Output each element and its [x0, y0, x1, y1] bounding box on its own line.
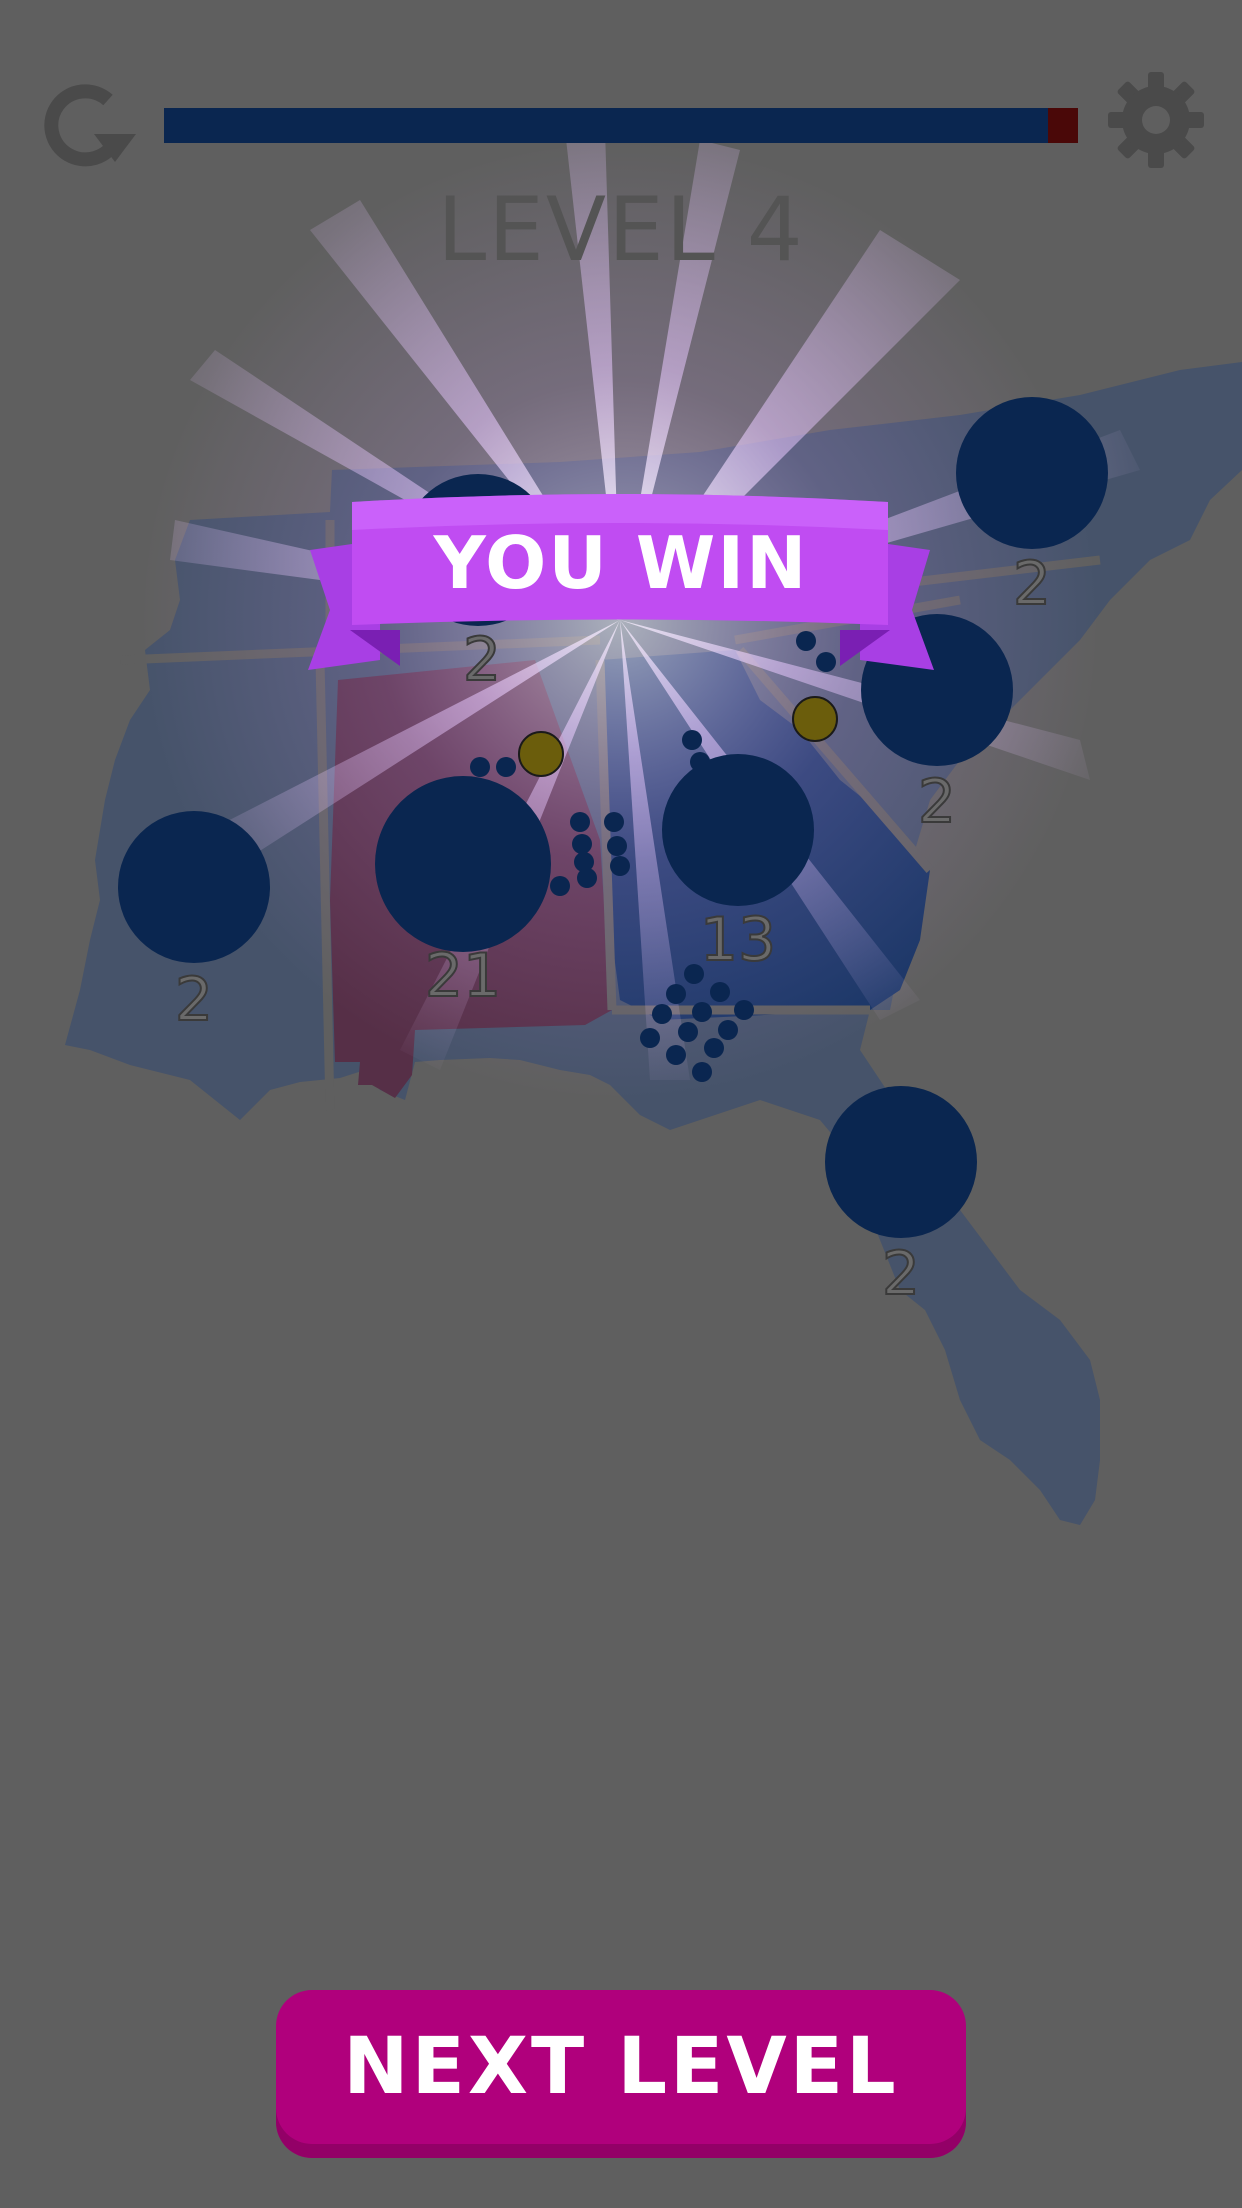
- progress-fill: [164, 108, 1042, 143]
- progress-enemy-segment: [1048, 108, 1078, 143]
- count-georgia: 13: [699, 905, 777, 975]
- gear-icon[interactable]: [1106, 70, 1206, 170]
- count-mississippi: 2: [174, 965, 214, 1035]
- bubble-georgia[interactable]: [662, 754, 814, 906]
- you-win-text: YOU WIN: [433, 521, 809, 605]
- game-screen: 2 21 13 2 2 2 2 LEVEL 4 YOU WIN NEXT LEV…: [0, 0, 1242, 2208]
- bubble-alabama[interactable]: [375, 776, 551, 952]
- bubble-mississippi[interactable]: [118, 811, 270, 963]
- count-south-carolina: 2: [917, 767, 957, 837]
- next-level-label: NEXT LEVEL: [343, 2022, 899, 2112]
- bubble-north-carolina[interactable]: [956, 397, 1108, 549]
- count-florida: 2: [881, 1239, 921, 1309]
- bubble-florida[interactable]: [825, 1086, 977, 1238]
- restart-icon[interactable]: [38, 78, 138, 168]
- game-map: [65, 130, 1242, 1525]
- level-title: LEVEL 4: [437, 178, 805, 281]
- next-level-button[interactable]: NEXT LEVEL: [276, 1990, 966, 2158]
- count-north-carolina: 2: [1012, 549, 1052, 619]
- count-alabama: 21: [424, 941, 502, 1011]
- level-progress-bar: [164, 108, 1078, 143]
